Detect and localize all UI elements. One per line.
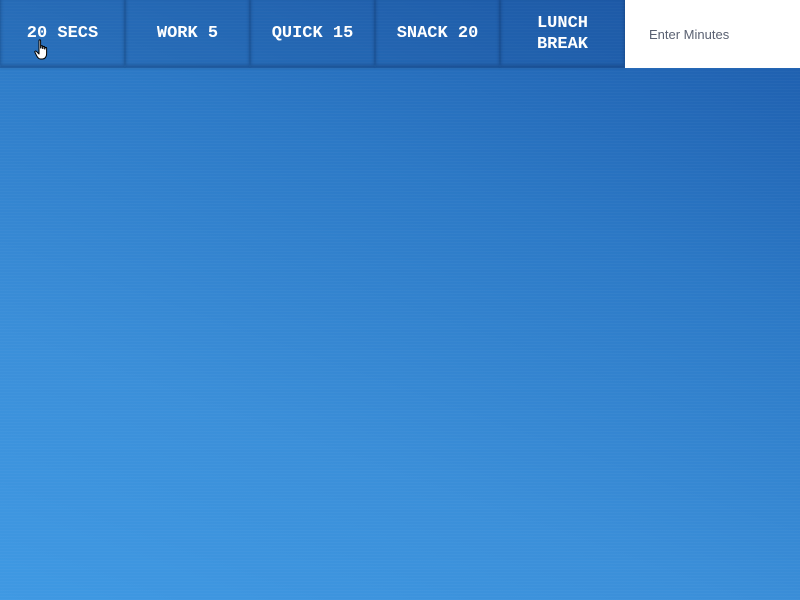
- timer-button-20-secs[interactable]: 20 SECS: [0, 0, 125, 68]
- timer-controls: 20 SECS WORK 5 QUICK 15 SNACK 20 LUNCH B…: [0, 0, 800, 68]
- timer-button-snack-20[interactable]: SNACK 20: [375, 0, 500, 68]
- custom-minutes-form: [625, 0, 800, 68]
- background-texture: [0, 0, 800, 600]
- timer-button-lunch-break[interactable]: LUNCH BREAK: [500, 0, 625, 68]
- timer-button-work-5[interactable]: WORK 5: [125, 0, 250, 68]
- timer-button-quick-15[interactable]: QUICK 15: [250, 0, 375, 68]
- minutes-input[interactable]: [625, 0, 800, 68]
